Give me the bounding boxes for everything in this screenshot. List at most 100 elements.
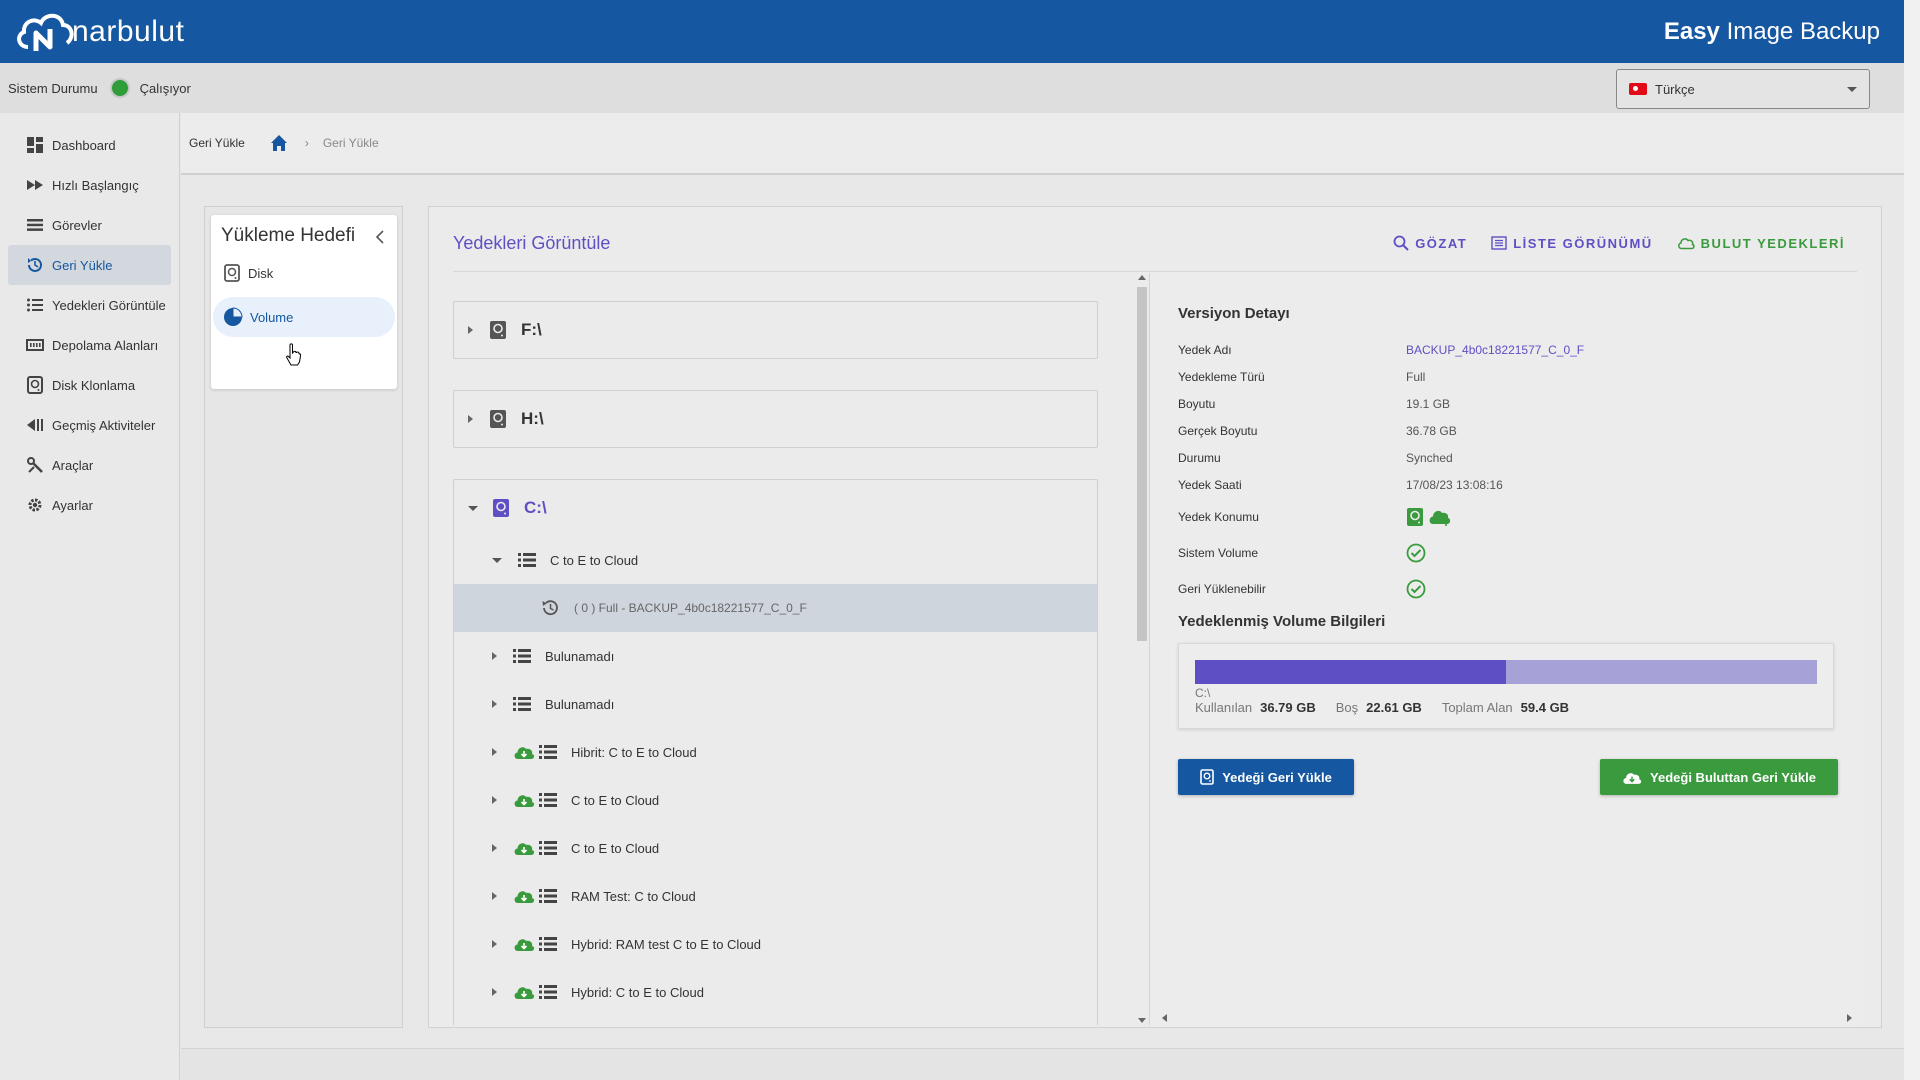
drive-header[interactable]: C:\ [454, 480, 1097, 536]
chevron-left-icon[interactable] [373, 227, 387, 247]
sidebar-item-label: Dashboard [52, 137, 116, 153]
list-icon [539, 840, 557, 856]
fast-forward-icon [26, 176, 44, 194]
task-row[interactable]: Hybrid: RAM test C to E to Cloud [454, 920, 1097, 968]
app-title: Easy Image Backup [1663, 17, 1880, 45]
list-icon [539, 744, 557, 760]
chevron-right-icon[interactable] [492, 988, 497, 996]
scroll-left-icon[interactable] [1162, 1014, 1167, 1022]
disk-icon [224, 264, 240, 282]
chevron-right-icon[interactable] [492, 844, 497, 852]
narbulut-logo[interactable]: narbulut [14, 7, 184, 57]
scroll-down-icon[interactable] [1138, 1018, 1146, 1023]
home-icon[interactable] [269, 133, 289, 153]
sidebar-item-dashboard[interactable]: Dashboard [8, 125, 171, 165]
task-label: C to E to Cloud [571, 792, 660, 808]
detail-horizontal-scrollbar[interactable] [1160, 1011, 1854, 1025]
list-view-icon [26, 296, 44, 314]
cloud-backups-button[interactable]: BULUT YEDEKLERİ [1677, 235, 1845, 251]
sidebar-item-restore[interactable]: Geri Yükle [8, 245, 171, 285]
task-row[interactable]: Bulunamadı [454, 680, 1097, 728]
restore-icon [26, 256, 44, 274]
restore-backup-button[interactable]: Yedeği Geri Yükle [1178, 759, 1354, 795]
browse-button[interactable]: GÖZAT [1393, 235, 1467, 251]
chevron-down-icon[interactable] [468, 505, 478, 511]
chevron-right-icon[interactable] [492, 652, 497, 660]
drive-header[interactable]: H:\ [454, 391, 1097, 447]
task-row[interactable]: Bulunamadı [454, 632, 1097, 680]
cloud-download-icon [513, 936, 535, 952]
top-bar: narbulut Easy Image Backup [0, 0, 1904, 63]
target-item-volume[interactable]: Volume [213, 297, 395, 337]
dashboard-icon [26, 136, 44, 154]
version-row-selected[interactable]: ( 0 ) Full - BACKUP_4b0c18221577_C_0_F [454, 584, 1097, 632]
volume-info-title: Yedeklenmiş Volume Bilgileri [1178, 613, 1386, 630]
cloud-download-icon [513, 840, 535, 856]
drive-header[interactable]: F:\ [454, 302, 1097, 358]
backup-name-value[interactable]: BACKUP_4b0c18221577_C_0_F [1406, 343, 1584, 357]
cloud-upload-icon [1429, 510, 1451, 526]
list-icon [26, 216, 44, 234]
volume-stats: Kullanılan 36.79 GB Boş 22.61 GB Toplam Al… [1195, 700, 1570, 715]
sidebar-item-settings[interactable]: Ayarlar [8, 485, 171, 525]
task-label: C to E to Cloud [550, 552, 639, 568]
scroll-up-icon[interactable] [1138, 275, 1146, 280]
task-row[interactable]: C to E to Cloud [454, 776, 1097, 824]
cloud-download-icon [513, 792, 535, 808]
list-view-icon [1491, 236, 1507, 250]
footer-bar [181, 1048, 1904, 1080]
tree-scrollbar[interactable] [1135, 273, 1149, 1025]
local-disk-icon [1407, 508, 1423, 526]
system-status-label: Sistem Durumu [8, 80, 98, 96]
chevron-right-icon[interactable] [492, 796, 497, 804]
list-view-label: LİSTE GÖRÜNÜMÜ [1513, 235, 1653, 251]
sidebar-item-storage[interactable]: Depolama Alanları [8, 325, 171, 365]
list-view-button[interactable]: LİSTE GÖRÜNÜMÜ [1491, 235, 1652, 251]
drive-node: F:\ [453, 301, 1098, 359]
sidebar-item-label: Geri Yükle [52, 257, 113, 273]
chevron-right-icon[interactable] [492, 700, 497, 708]
detail-row: Sistem Volume [1178, 541, 1838, 565]
task-row[interactable]: Hybrid: C to E to Cloud [454, 968, 1097, 1016]
page-scrollbar[interactable] [1904, 0, 1920, 1080]
hard-drive-icon [490, 410, 506, 428]
restore-from-cloud-button[interactable]: Yedeği Buluttan Geri Yükle [1600, 759, 1838, 795]
chevron-down-icon [1847, 86, 1857, 92]
task-row[interactable]: C to E to Cloud [454, 824, 1097, 872]
restore-target-card: Yükleme Hedefi Disk Volume [211, 215, 397, 389]
sidebar-item-label: Araçlar [52, 457, 94, 473]
sidebar-item-disk-clone[interactable]: Disk Klonlama [8, 365, 171, 405]
scroll-right-icon[interactable] [1847, 1014, 1852, 1022]
task-row[interactable]: RAM Test: C to Cloud [454, 872, 1097, 920]
chevron-right-icon[interactable] [492, 892, 497, 900]
cloud-download-icon [513, 984, 535, 1000]
scrollbar-thumb[interactable] [1137, 287, 1147, 641]
language-select[interactable]: Türkçe [1616, 69, 1870, 109]
task-row[interactable]: C to E to Cloud [454, 536, 1097, 584]
target-item-label: Volume [250, 309, 294, 325]
sidebar-item-quick-start[interactable]: Hızlı Başlangıç [8, 165, 171, 205]
history-icon [26, 416, 44, 434]
chevron-down-icon[interactable] [492, 557, 502, 563]
task-label: Hibrit: C to E to Cloud [571, 744, 697, 760]
task-row[interactable]: Hibrit: C to E to Cloud [454, 728, 1097, 776]
chevron-right-icon[interactable] [492, 940, 497, 948]
volume-used-fill [1195, 660, 1506, 684]
sidebar-item-view-backups[interactable]: Yedekleri Görüntüle [8, 285, 171, 325]
cloud-download-icon [513, 744, 535, 760]
list-icon [513, 696, 531, 712]
backup-view-panel: Yedekleri Görüntüle GÖZAT LİSTE GÖRÜNÜMÜ… [428, 206, 1882, 1028]
version-detail-title: Versiyon Detayı [1178, 305, 1290, 322]
chevron-right-icon[interactable] [492, 748, 497, 756]
detail-row: Geri Yüklenebilir [1178, 577, 1838, 601]
drive-label: C:\ [524, 498, 547, 517]
target-item-disk[interactable]: Disk [213, 253, 395, 293]
chevron-right-icon[interactable] [468, 415, 473, 423]
chevron-right-icon[interactable] [468, 326, 473, 334]
sidebar-item-tasks[interactable]: Görevler [8, 205, 171, 245]
hard-drive-icon [493, 499, 509, 517]
version-label: ( 0 ) Full - BACKUP_4b0c18221577_C_0_F [574, 601, 807, 615]
disk-icon [1200, 769, 1215, 785]
sidebar-item-tools[interactable]: Araçlar [8, 445, 171, 485]
sidebar-item-history[interactable]: Geçmiş Aktiviteler [8, 405, 171, 445]
